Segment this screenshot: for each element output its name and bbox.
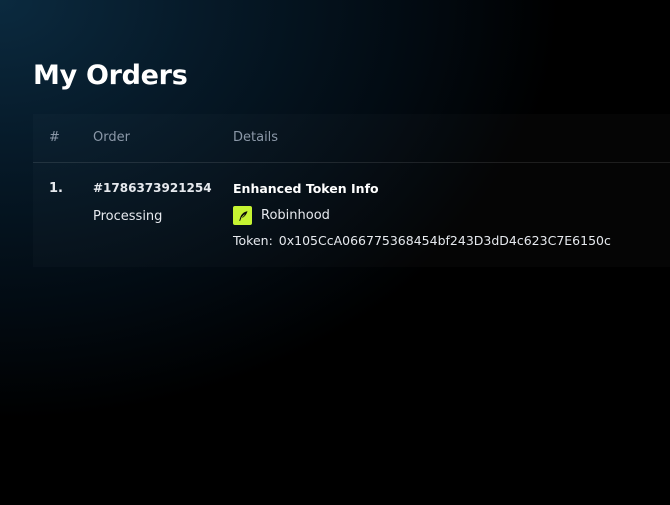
column-header-number: # [49, 130, 60, 145]
table-header: # Order Details [33, 114, 670, 163]
row-index: 1. [49, 181, 63, 196]
order-id: #1786373921254 [93, 181, 212, 195]
robinhood-feather-icon [233, 206, 252, 225]
order-detail-title: Enhanced Token Info [233, 181, 379, 196]
column-header-order: Order [93, 130, 130, 145]
orders-table: # Order Details 1. #1786373921254 Proces… [33, 114, 670, 267]
chain-info: Robinhood [233, 206, 330, 225]
token-address[interactable]: 0x105CcA066775368454bf243D3dD4c623C7E615… [279, 233, 611, 248]
chain-name: Robinhood [261, 208, 330, 223]
column-header-details: Details [233, 130, 279, 145]
token-line: Token: 0x105CcA066775368454bf243D3dD4c623… [233, 233, 611, 248]
order-row[interactable]: 1. #1786373921254 Processing Enhanced To… [33, 163, 670, 267]
page-title: My Orders [33, 60, 188, 91]
token-label: Token: [233, 233, 273, 248]
order-status: Processing [93, 209, 163, 224]
